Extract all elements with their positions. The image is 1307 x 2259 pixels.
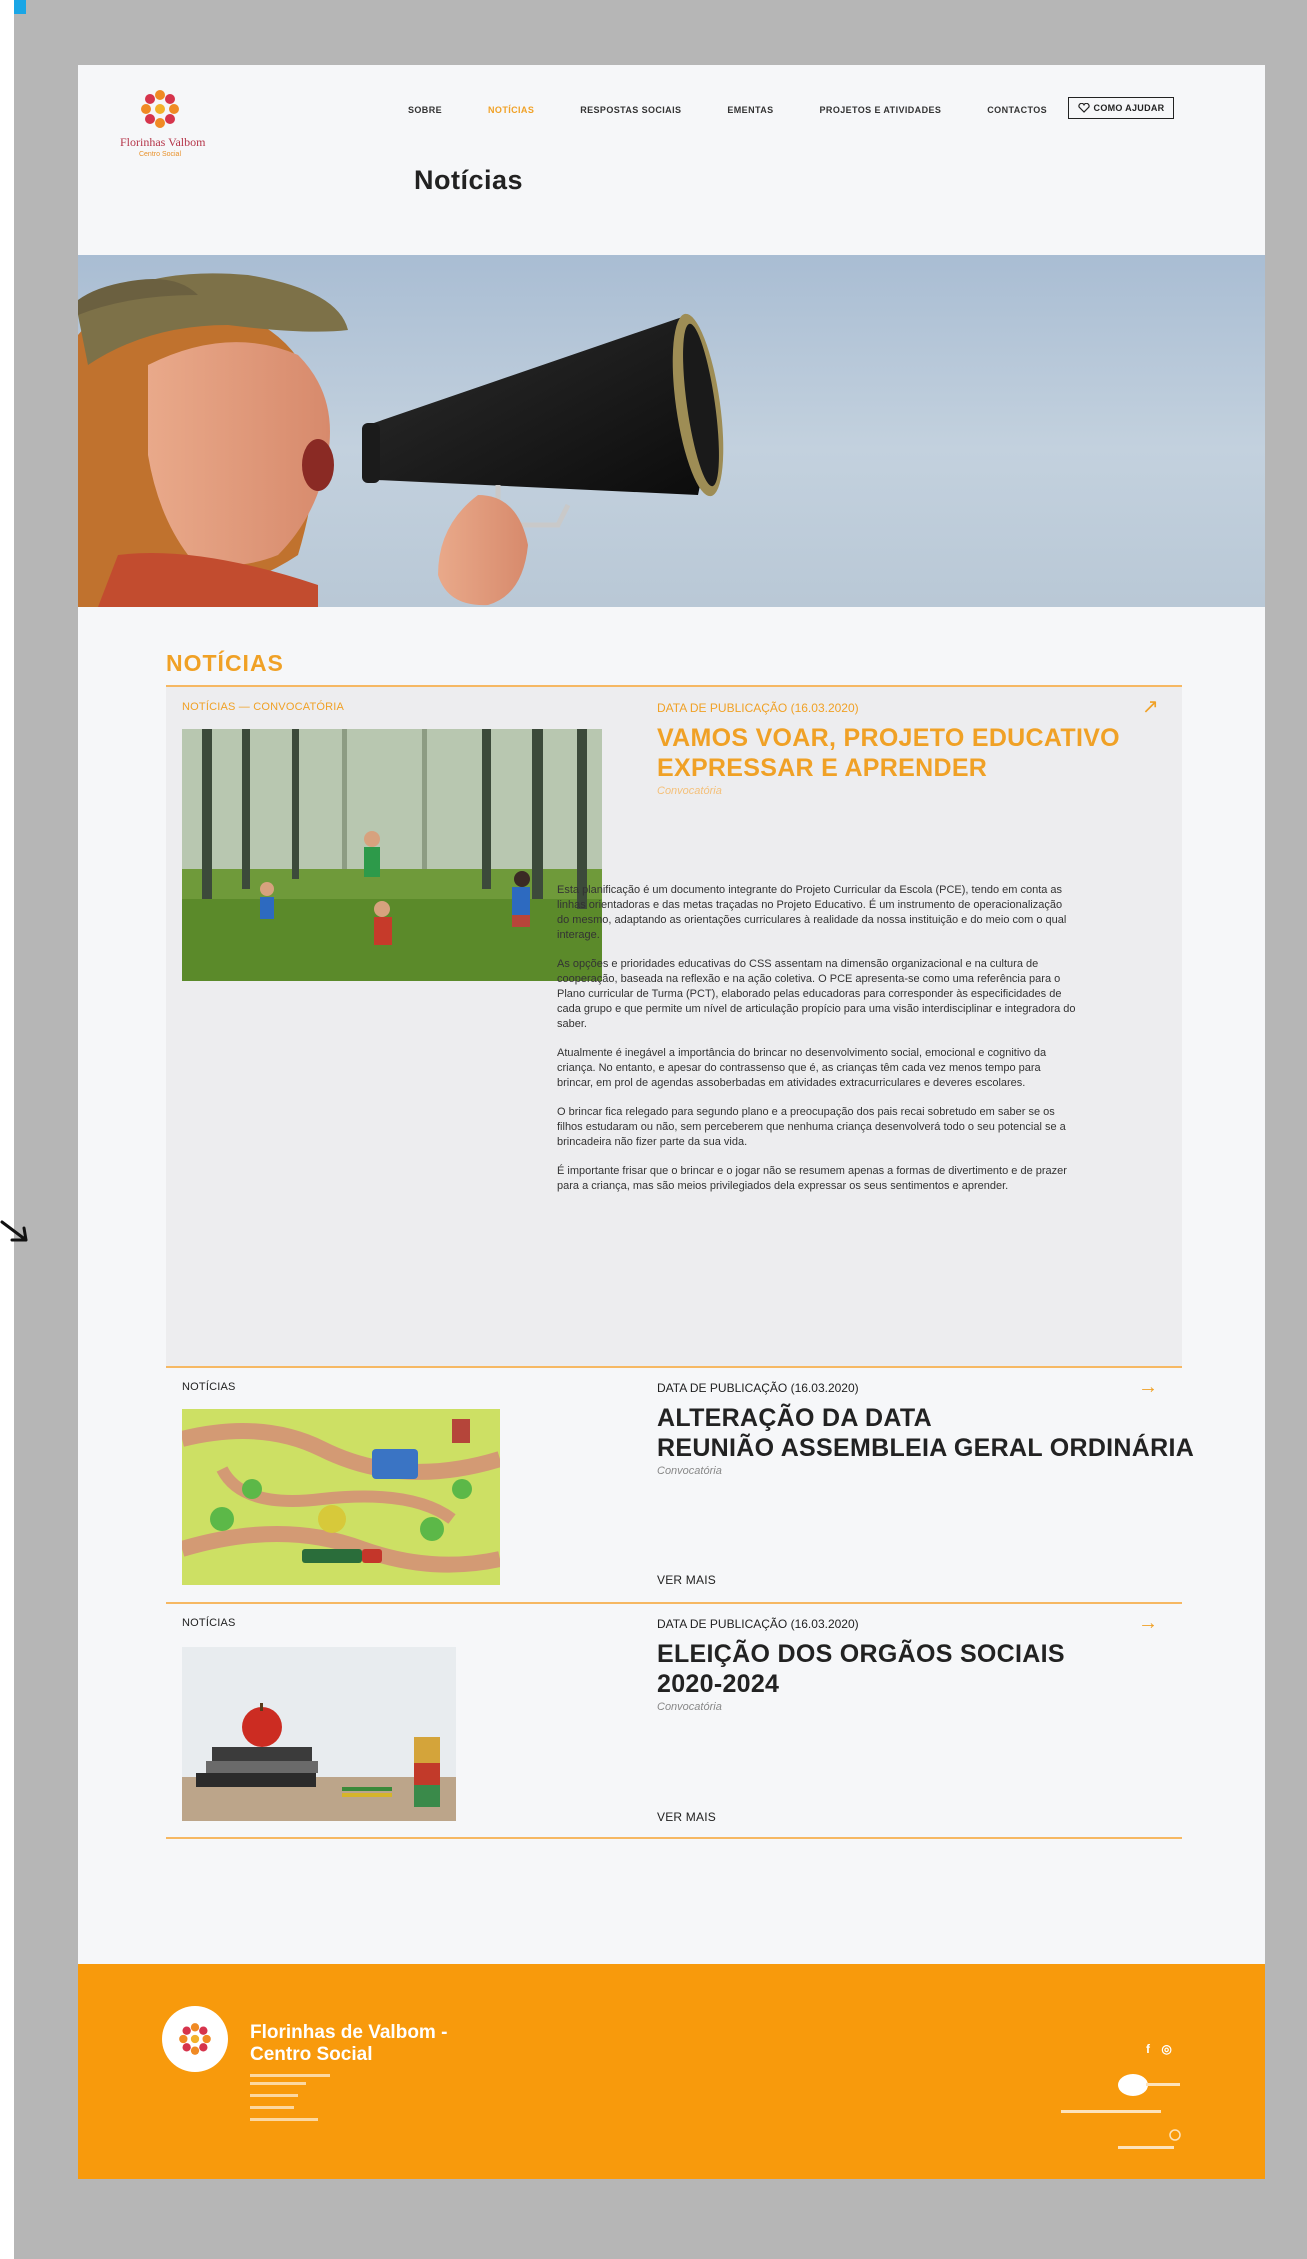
help-button-label: COMO AJUDAR — [1093, 103, 1165, 113]
featured-date: DATA DE PUBLICAÇÃO (16.03.2020) — [657, 701, 859, 715]
footer-logo[interactable] — [162, 2006, 228, 2072]
featured-paragraph: É importante frisar que o brincar e o jo… — [557, 1165, 1067, 1192]
partner-badge-bar — [1146, 2083, 1180, 2086]
news-item-title-line1: ELEIÇÃO DOS ORGÃOS SOCIAIS — [657, 1640, 1065, 1668]
page-canvas: Florinhas Valbom Centro Social SOBRE NOT… — [78, 65, 1265, 2179]
featured-paragraph: Atualmente é inegável a importância do b… — [557, 1047, 1047, 1089]
footer-title: Florinhas de Valbom - Centro Social — [250, 2022, 447, 2066]
nav-sobre[interactable]: SOBRE — [408, 105, 442, 115]
featured-title-line2: EXPRESSAR E APRENDER — [657, 754, 988, 782]
apple-books-photo — [182, 1647, 456, 1821]
arrow-right-icon[interactable]: → — [1138, 1377, 1158, 1397]
partner-badge[interactable] — [1118, 2074, 1148, 2096]
footer-title-line1: Florinhas de Valbom - — [250, 2022, 448, 2043]
arrow-down-right-icon — [0, 1220, 28, 1242]
logo-name: Florinhas Valbom — [120, 135, 206, 149]
nav-ementas[interactable]: EMENTAS — [727, 105, 773, 115]
featured-paragraph: O brincar fica relegado para segundo pla… — [557, 1106, 1066, 1148]
logo-flower-icon — [179, 2023, 211, 2055]
news-item-image — [182, 1647, 456, 1821]
main-nav: SOBRE NOTÍCIAS RESPOSTAS SOCIAIS EMENTAS… — [408, 105, 1093, 115]
nav-respostas-sociais[interactable]: RESPOSTAS SOCIAIS — [580, 105, 681, 115]
news-item-title-line2: 2020-2024 — [657, 1670, 780, 1698]
page-title: Notícias — [414, 165, 524, 195]
news-item-title-line2: REUNIÃO ASSEMBLEIA GERAL ORDINÁRIA — [657, 1434, 1195, 1462]
featured-subcategory: Convocatória — [657, 785, 722, 797]
nav-projetos-atividades[interactable]: PROJETOS E ATIVIDADES — [820, 105, 942, 115]
featured-paragraph: Esta planificação é um documento integra… — [557, 884, 1067, 941]
news-item-title-line1: ALTERAÇÃO DA DATA — [657, 1404, 932, 1432]
news-item-subcategory: Convocatória — [657, 1465, 722, 1477]
news-item-category: NOTÍCIAS — [182, 1617, 236, 1629]
arrow-right-icon[interactable]: → — [1138, 1613, 1158, 1633]
hero-image — [78, 255, 1265, 607]
social-links[interactable]: f ◎ — [1146, 2042, 1176, 2056]
featured-paragraph: As opções e prioridades educativas do CS… — [557, 958, 1076, 1030]
nav-contactos[interactable]: CONTACTOS — [987, 105, 1047, 115]
featured-image — [182, 729, 602, 981]
divider — [166, 1837, 1182, 1839]
featured-title[interactable]: VAMOS VOAR, PROJETO EDUCATIVO EXPRESSAR … — [657, 723, 1120, 783]
featured-body: Esta planificação é um documento integra… — [557, 883, 1077, 1208]
footer-credit-line — [1061, 2110, 1161, 2113]
featured-category: NOTÍCIAS — CONVOCATÓRIA — [182, 701, 345, 713]
divider — [166, 1602, 1182, 1604]
footer-credit-icon — [1169, 2129, 1181, 2141]
logo-subtitle: Centro Social — [138, 151, 182, 158]
logo-flower-icon — [141, 90, 179, 128]
footer-contact-block — [250, 2072, 340, 2137]
news-item-date: DATA DE PUBLICAÇÃO (16.03.2020) — [657, 1617, 859, 1631]
help-button[interactable]: COMO AJUDAR — [1068, 97, 1174, 119]
news-item-date: DATA DE PUBLICAÇÃO (16.03.2020) — [657, 1381, 859, 1395]
heart-icon — [1077, 103, 1090, 113]
arrow-up-right-icon[interactable]: ↗ — [1142, 697, 1159, 717]
site-logo[interactable]: Florinhas Valbom Centro Social — [120, 85, 206, 181]
see-more-link[interactable]: VER MAIS — [657, 1810, 716, 1824]
news-item-image — [182, 1409, 500, 1585]
site-footer: Florinhas de Valbom - Centro Social f ◎ — [78, 1964, 1265, 2179]
news-section-title: NOTÍCIAS — [166, 650, 284, 676]
news-item-title[interactable]: ELEIÇÃO DOS ORGÃOS SOCIAIS 2020-2024 — [657, 1639, 1065, 1699]
news-item-category: NOTÍCIAS — [182, 1381, 236, 1393]
news-item-title[interactable]: ALTERAÇÃO DA DATA REUNIÃO ASSEMBLEIA GER… — [657, 1403, 1194, 1463]
featured-title-line1: VAMOS VOAR, PROJETO EDUCATIVO — [657, 724, 1120, 752]
nav-noticias[interactable]: NOTÍCIAS — [488, 105, 534, 115]
see-more-link[interactable]: VER MAIS — [657, 1573, 716, 1587]
footer-credit-line — [1118, 2146, 1174, 2149]
kids-forest-photo — [182, 729, 602, 981]
footer-title-line2: Centro Social — [250, 2044, 373, 2065]
divider — [166, 1366, 1182, 1368]
left-edge-strip — [0, 0, 14, 2259]
footer-contact-lines — [250, 2074, 330, 2121]
toy-train-photo — [182, 1409, 500, 1585]
hero-megaphone-illustration — [78, 273, 724, 607]
news-item-subcategory: Convocatória — [657, 1701, 722, 1713]
